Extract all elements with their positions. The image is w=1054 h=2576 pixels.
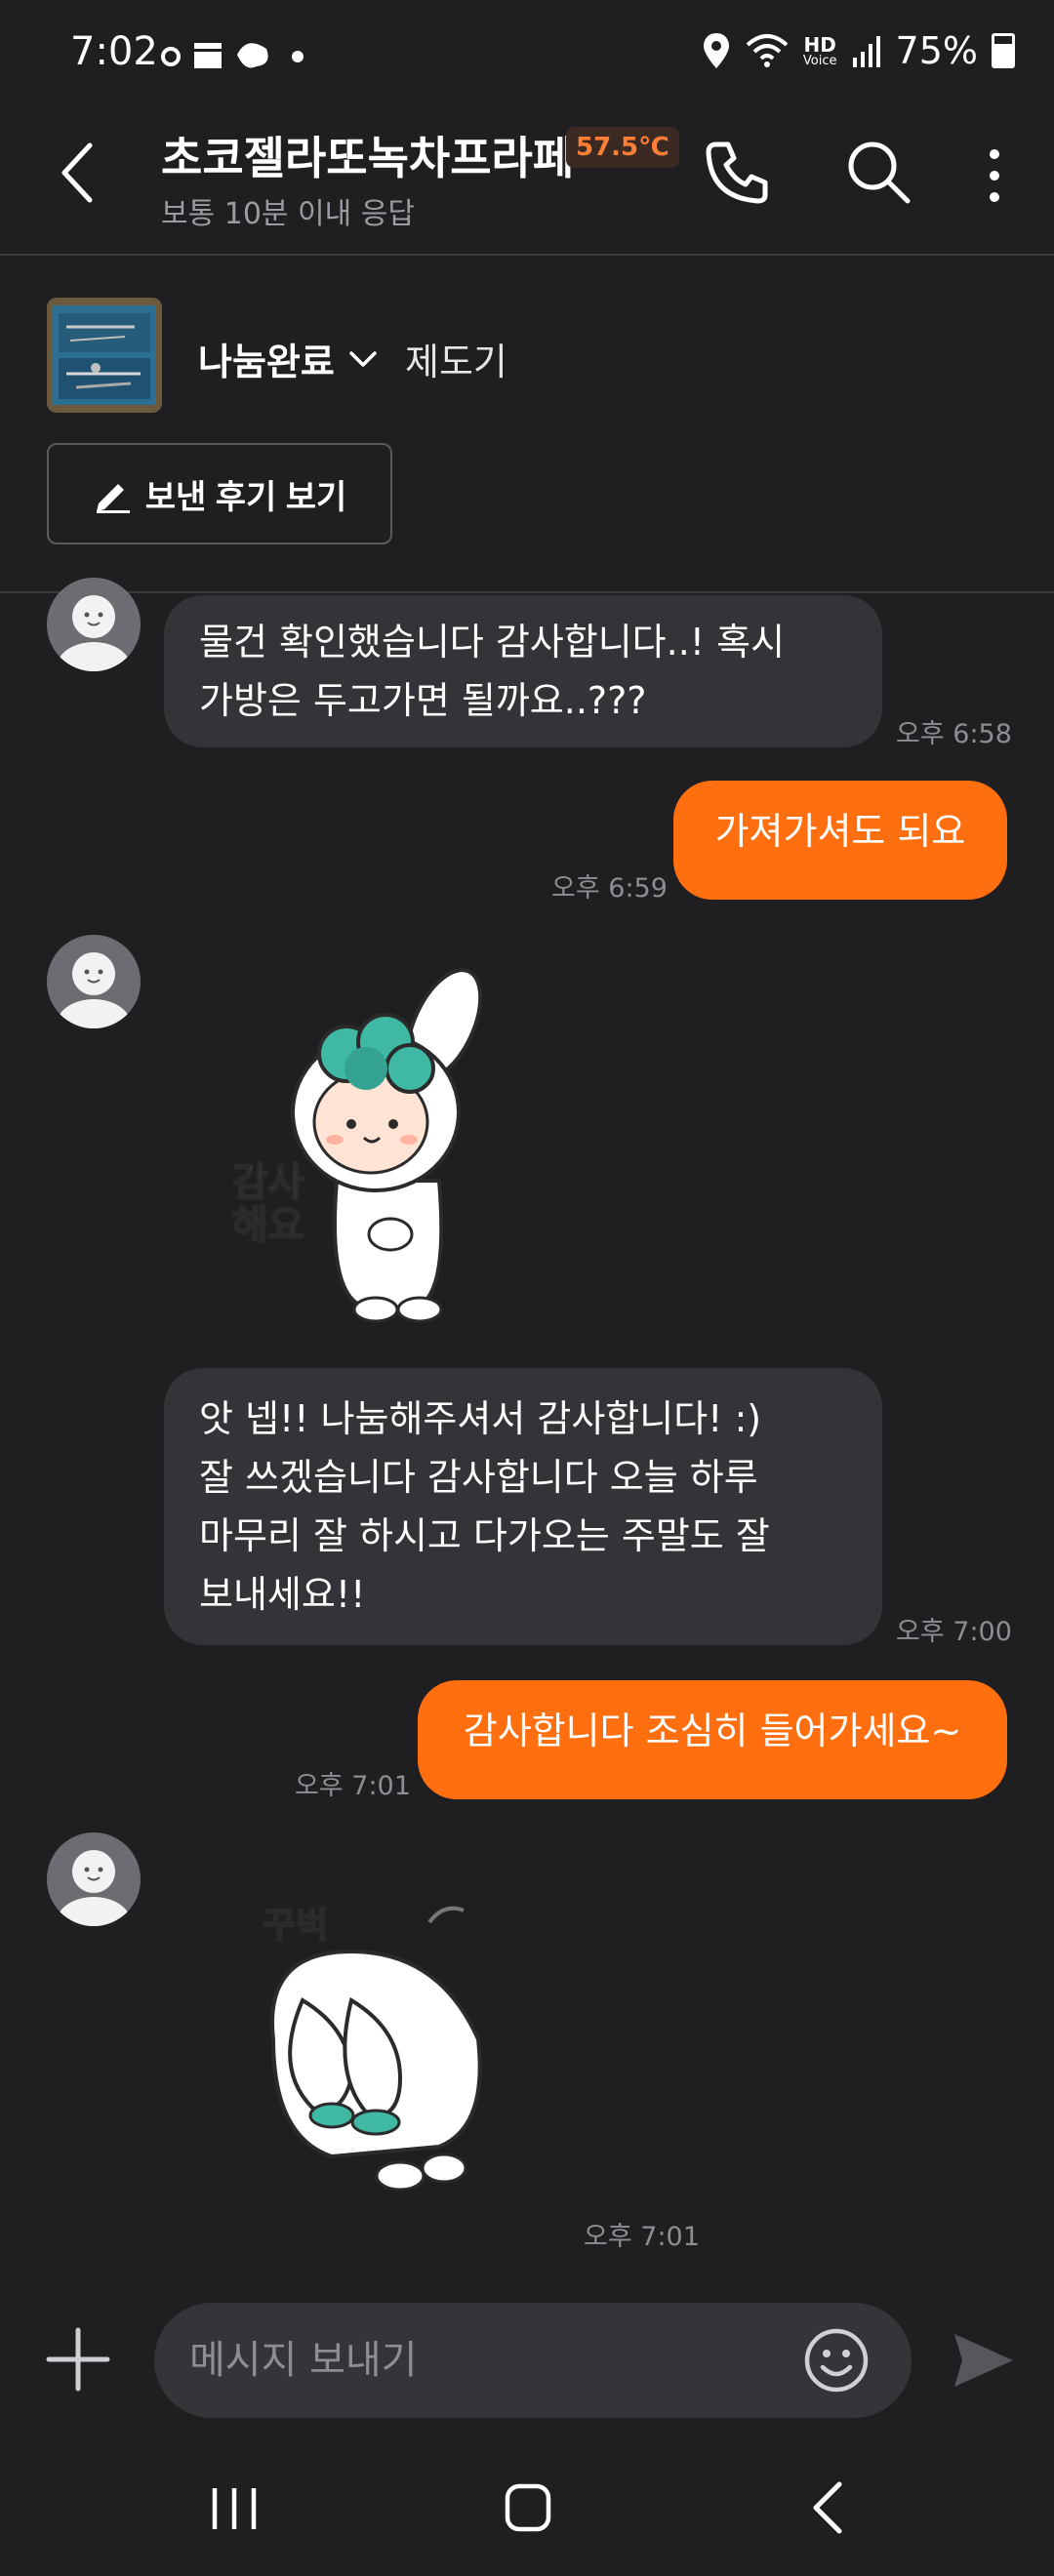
more-icon[interactable]	[980, 146, 1009, 205]
header-divider	[0, 254, 1054, 256]
partner-avatar[interactable]	[47, 578, 141, 671]
product-divider	[0, 591, 1054, 593]
phone-icon[interactable]	[703, 139, 771, 207]
wifi-icon	[746, 34, 789, 67]
message-time: 오후 6:59	[551, 873, 668, 904]
location-icon	[703, 33, 729, 68]
voice-label: Voice	[802, 53, 837, 68]
thanks-sticker[interactable]	[220, 966, 512, 1327]
default-avatar-icon	[47, 935, 141, 1028]
chevron-down-icon	[349, 350, 377, 367]
sticker-text: 꾸벅	[263, 1905, 329, 1947]
send-icon[interactable]	[949, 2326, 1017, 2395]
search-icon[interactable]	[845, 139, 913, 207]
plus-icon[interactable]	[39, 2320, 117, 2398]
status-right: HD Voice 75%	[702, 29, 1015, 72]
signal-icon	[852, 36, 880, 67]
trade-status-label: 나눔완료	[198, 341, 335, 383]
battery-percent: 75%	[895, 29, 978, 72]
product-thumbnail[interactable]	[47, 298, 162, 413]
message-line: 가져가셔도 되요	[714, 810, 966, 853]
view-sent-review-button[interactable]: 보낸 후기 보기	[47, 443, 392, 544]
message-line: 가방은 두고가면 될까요..???	[199, 679, 647, 722]
pencil-icon	[96, 484, 130, 513]
message-time: 오후 7:01	[295, 1771, 411, 1801]
message-time: 오후 7:00	[896, 1617, 1012, 1647]
partner-avatar[interactable]	[47, 935, 141, 1028]
sticker-text: 감사 해요	[231, 1160, 305, 1248]
trade-status-selector[interactable]: 나눔완료	[198, 332, 378, 385]
partner-avatar[interactable]	[47, 1832, 141, 1926]
message-line: 물건 확인했습니다 감사합니다..! 혹시	[199, 621, 786, 664]
manner-temperature-badge: 57.5℃	[566, 127, 679, 168]
message-line: 앗 넵!! 나눔해주셔서 감사합니다! :)	[199, 1397, 762, 1440]
message-bubble-outgoing[interactable]: 가져가셔도 되요	[673, 781, 1007, 900]
status-time: 7:02	[70, 29, 158, 74]
notification-icons	[161, 33, 346, 80]
message-input[interactable]	[154, 2303, 912, 2418]
review-button-label: 보낸 후기 보기	[144, 478, 347, 516]
default-avatar-icon	[47, 1832, 141, 1926]
message-line: 마무리 잘 하시고 다가오는 주말도 잘	[199, 1514, 770, 1557]
notification-icon-set	[161, 43, 304, 68]
response-time: 보통 10분 이내 응답	[161, 197, 415, 231]
message-time: 오후 6:58	[896, 719, 1012, 749]
back-icon[interactable]	[59, 141, 98, 204]
emoji-icon[interactable]	[802, 2326, 871, 2395]
default-avatar-icon	[47, 578, 141, 671]
drafting-set-image	[47, 298, 162, 413]
battery-icon	[992, 33, 1015, 68]
hd-voice-badge: HD Voice	[803, 35, 837, 67]
message-time: 오후 7:01	[584, 2222, 700, 2252]
home-icon[interactable]	[478, 2469, 576, 2547]
message-line: 보내세요!!	[199, 1573, 366, 1616]
message-bubble-incoming[interactable]: 물건 확인했습니다 감사합니다..! 혹시 가방은 두고가면 될까요..???	[164, 595, 882, 747]
message-bubble-incoming[interactable]: 앗 넵!! 나눔해주셔서 감사합니다! :) 잘 쓰겠습니다 감사합니다 오늘 …	[164, 1368, 882, 1645]
message-line: 감사합니다 조심히 들어가세요~	[463, 1710, 962, 1752]
nav-back-icon[interactable]	[781, 2469, 878, 2547]
product-name[interactable]: 제도기	[405, 332, 507, 385]
chat-partner-name: 초코젤라또녹차프라페	[161, 132, 575, 184]
message-line: 잘 쓰겠습니다 감사합니다 오늘 하루	[199, 1456, 758, 1499]
recent-apps-icon[interactable]	[185, 2469, 283, 2547]
message-bubble-outgoing[interactable]: 감사합니다 조심히 들어가세요~	[418, 1680, 1007, 1799]
hd-label: HD	[803, 32, 836, 57]
